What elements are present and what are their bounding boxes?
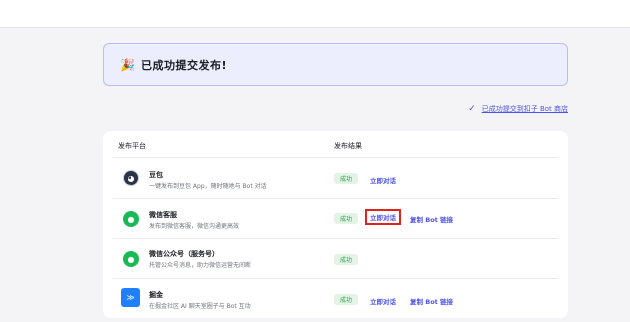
platform-name: 微信公众号（服务号） [149, 250, 219, 258]
wechat-customer-service-icon: ● [123, 211, 139, 227]
copy-bot-link[interactable]: 复制 Bot 链接 [410, 214, 453, 224]
juejin-icon: ≫ [121, 288, 140, 307]
table-header: 发布平台 发布结果 [103, 131, 568, 157]
chat-now-link[interactable]: 立即对话 [370, 175, 396, 185]
copy-bot-link[interactable]: 复制 Bot 链接 [410, 296, 453, 306]
bot-store-link[interactable]: ✓ 已成功提交到扣子 Bot 商店 [468, 104, 568, 114]
table-row-juejin: ≫ 掘金 在掘金社区 AI 聊天室圈子与 Bot 互动 成功 立即对话 复制 B… [113, 278, 558, 318]
chat-now-link[interactable]: 立即对话 [370, 296, 396, 306]
check-icon: ✓ [468, 104, 476, 114]
chat-now-link[interactable]: 立即对话 [365, 209, 401, 225]
publish-results-table: 发布平台 发布结果 ◕ 豆包 一键发布到豆包 App，随时随地与 Bot 对话 … [103, 131, 568, 318]
platform-name: 掘金 [149, 291, 163, 299]
column-header-result: 发布结果 [334, 142, 362, 150]
top-bar [0, 0, 630, 28]
platform-description: 在掘金社区 AI 聊天室圈子与 Bot 互动 [149, 303, 251, 310]
table-row-wechat-mp: ● 微信公众号（服务号） 托管公众号消息，助力微信运营无间断 成功 [113, 238, 558, 278]
platform-description: 发布到微信客服，微信沟通更高效 [149, 223, 240, 230]
table-row-doubao: ◕ 豆包 一键发布到豆包 App，随时随地与 Bot 对话 成功 立即对话 [113, 157, 558, 198]
wechat-official-account-icon: ● [123, 251, 139, 267]
table-row-wechat-kf: ● 微信客服 发布到微信客服，微信沟通更高效 成功 立即对话 复制 Bot 链接 [113, 198, 558, 238]
status-badge: 成功 [334, 254, 358, 265]
party-popper-icon: 🎉 [120, 57, 135, 72]
status-badge: 成功 [334, 294, 358, 305]
platform-name: 微信客服 [149, 211, 177, 219]
status-badge: 成功 [334, 173, 358, 184]
column-header-platform: 发布平台 [118, 142, 146, 150]
doubao-avatar-icon: ◕ [123, 170, 139, 186]
status-badge: 成功 [334, 213, 358, 224]
platform-description: 托管公众号消息，助力微信运营无间断 [149, 262, 252, 269]
platform-name: 豆包 [149, 171, 163, 179]
publish-success-banner: 🎉 已成功提交发布! [103, 43, 568, 86]
platform-description: 一键发布到豆包 App，随时随地与 Bot 对话 [149, 183, 267, 190]
banner-title: 已成功提交发布! [140, 58, 227, 72]
bot-store-link-label[interactable]: 已成功提交到扣子 Bot 商店 [482, 104, 568, 114]
